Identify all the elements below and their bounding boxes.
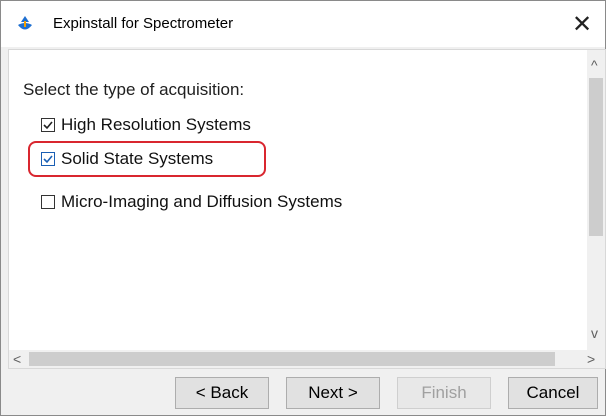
options-panel: Select the type of acquisition: High Res… bbox=[8, 49, 606, 369]
spectrometer-app-icon bbox=[18, 16, 32, 30]
option-solid-state[interactable]: Solid State Systems bbox=[41, 147, 213, 171]
solid-state-label: Solid State Systems bbox=[61, 149, 214, 168]
cancel-button[interactable]: Cancel bbox=[508, 377, 598, 409]
checkmark-icon bbox=[43, 155, 53, 164]
micro-imaging-checkbox[interactable] bbox=[41, 195, 55, 209]
solid-state-checkbox[interactable] bbox=[41, 152, 55, 166]
vertical-scroll-thumb[interactable] bbox=[589, 78, 603, 236]
horizontal-scrollbar[interactable]: < > bbox=[9, 350, 605, 368]
scroll-down-icon[interactable]: v bbox=[591, 326, 598, 340]
option-micro-imaging[interactable]: Micro-Imaging and Diffusion Systems bbox=[41, 190, 342, 214]
installer-window: Expinstall for Spectrometer ✕ Select the… bbox=[0, 0, 606, 416]
horizontal-scroll-thumb[interactable] bbox=[29, 352, 555, 366]
acquisition-prompt: Select the type of acquisition: bbox=[23, 80, 245, 99]
option-high-resolution[interactable]: High Resolution Systems bbox=[41, 113, 251, 137]
scroll-left-icon[interactable]: < bbox=[13, 352, 21, 366]
back-button[interactable]: < Back bbox=[175, 377, 269, 409]
micro-imaging-label: Micro-Imaging and Diffusion Systems bbox=[61, 192, 343, 211]
next-button[interactable]: Next > bbox=[286, 377, 380, 409]
scroll-up-icon[interactable]: ^ bbox=[591, 58, 598, 72]
window-title: Expinstall for Spectrometer bbox=[53, 15, 234, 32]
high-resolution-checkbox[interactable] bbox=[41, 118, 55, 132]
title-bar: Expinstall for Spectrometer ✕ bbox=[1, 1, 605, 47]
close-icon[interactable]: ✕ bbox=[565, 9, 599, 41]
high-resolution-label: High Resolution Systems bbox=[61, 115, 251, 134]
scroll-right-icon[interactable]: > bbox=[587, 352, 595, 366]
vertical-scrollbar[interactable]: ^ v bbox=[587, 50, 605, 350]
checkmark-icon bbox=[43, 121, 53, 130]
finish-button[interactable]: Finish bbox=[397, 377, 491, 409]
